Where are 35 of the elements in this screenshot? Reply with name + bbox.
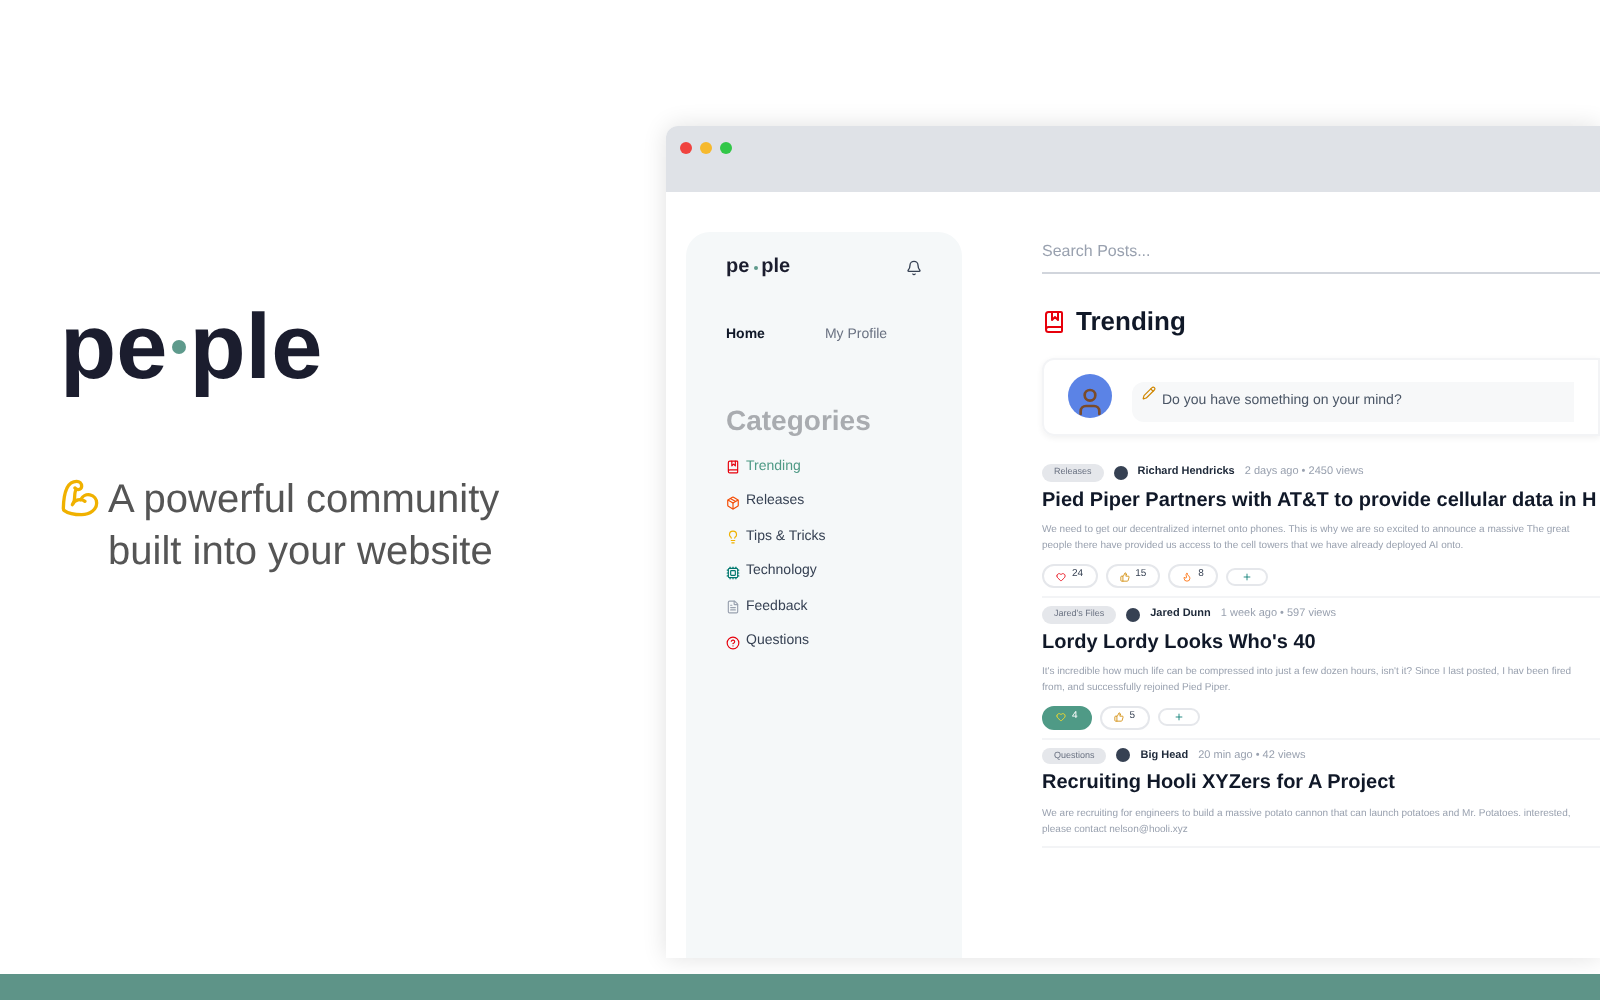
author-avatar bbox=[1113, 465, 1128, 480]
chip-icon bbox=[726, 565, 740, 580]
flame-icon bbox=[1182, 571, 1193, 581]
avatar bbox=[1068, 374, 1112, 419]
tagline: A powerful community built into your website bbox=[108, 476, 502, 578]
logo: pe ple bbox=[60, 300, 323, 392]
categories-heading: Categories bbox=[726, 401, 873, 440]
post-title[interactable]: Pied Piper Partners with AT&T to provide cellular data in H bbox=[1042, 489, 1600, 515]
book-icon bbox=[726, 460, 740, 475]
add-reaction-button[interactable] bbox=[1225, 567, 1268, 585]
heart-icon bbox=[1056, 712, 1066, 723]
lightbulb-icon bbox=[726, 530, 740, 545]
thumbs-up-icon bbox=[1119, 571, 1130, 581]
search-field[interactable]: Search Posts... bbox=[1042, 232, 1600, 274]
document-icon bbox=[726, 600, 740, 615]
logo: pe ple bbox=[726, 254, 791, 282]
minimize-control[interactable] bbox=[700, 142, 712, 154]
bell-icon[interactable] bbox=[906, 259, 922, 275]
flexed-arm-icon bbox=[60, 478, 100, 518]
post-title[interactable]: Recruiting Hooli XYZers for A Project bbox=[1042, 772, 1600, 798]
close-control[interactable] bbox=[680, 142, 692, 154]
heart-icon bbox=[1056, 571, 1066, 581]
add-reaction-button[interactable] bbox=[1157, 708, 1200, 727]
page-heading: Trending bbox=[1076, 304, 1186, 340]
question-icon bbox=[726, 635, 740, 650]
plus-icon bbox=[1173, 712, 1184, 723]
plus-icon bbox=[1241, 571, 1252, 581]
author-avatar bbox=[1126, 607, 1141, 622]
maximize-control[interactable] bbox=[720, 142, 732, 154]
author-avatar bbox=[1116, 748, 1131, 763]
book-icon bbox=[1042, 309, 1066, 334]
post-title[interactable]: Lordy Lordy Looks Who's 40 bbox=[1042, 631, 1600, 656]
pencil-icon bbox=[1142, 385, 1156, 399]
thumbs-up-icon bbox=[1113, 712, 1124, 723]
package-icon bbox=[726, 495, 740, 510]
